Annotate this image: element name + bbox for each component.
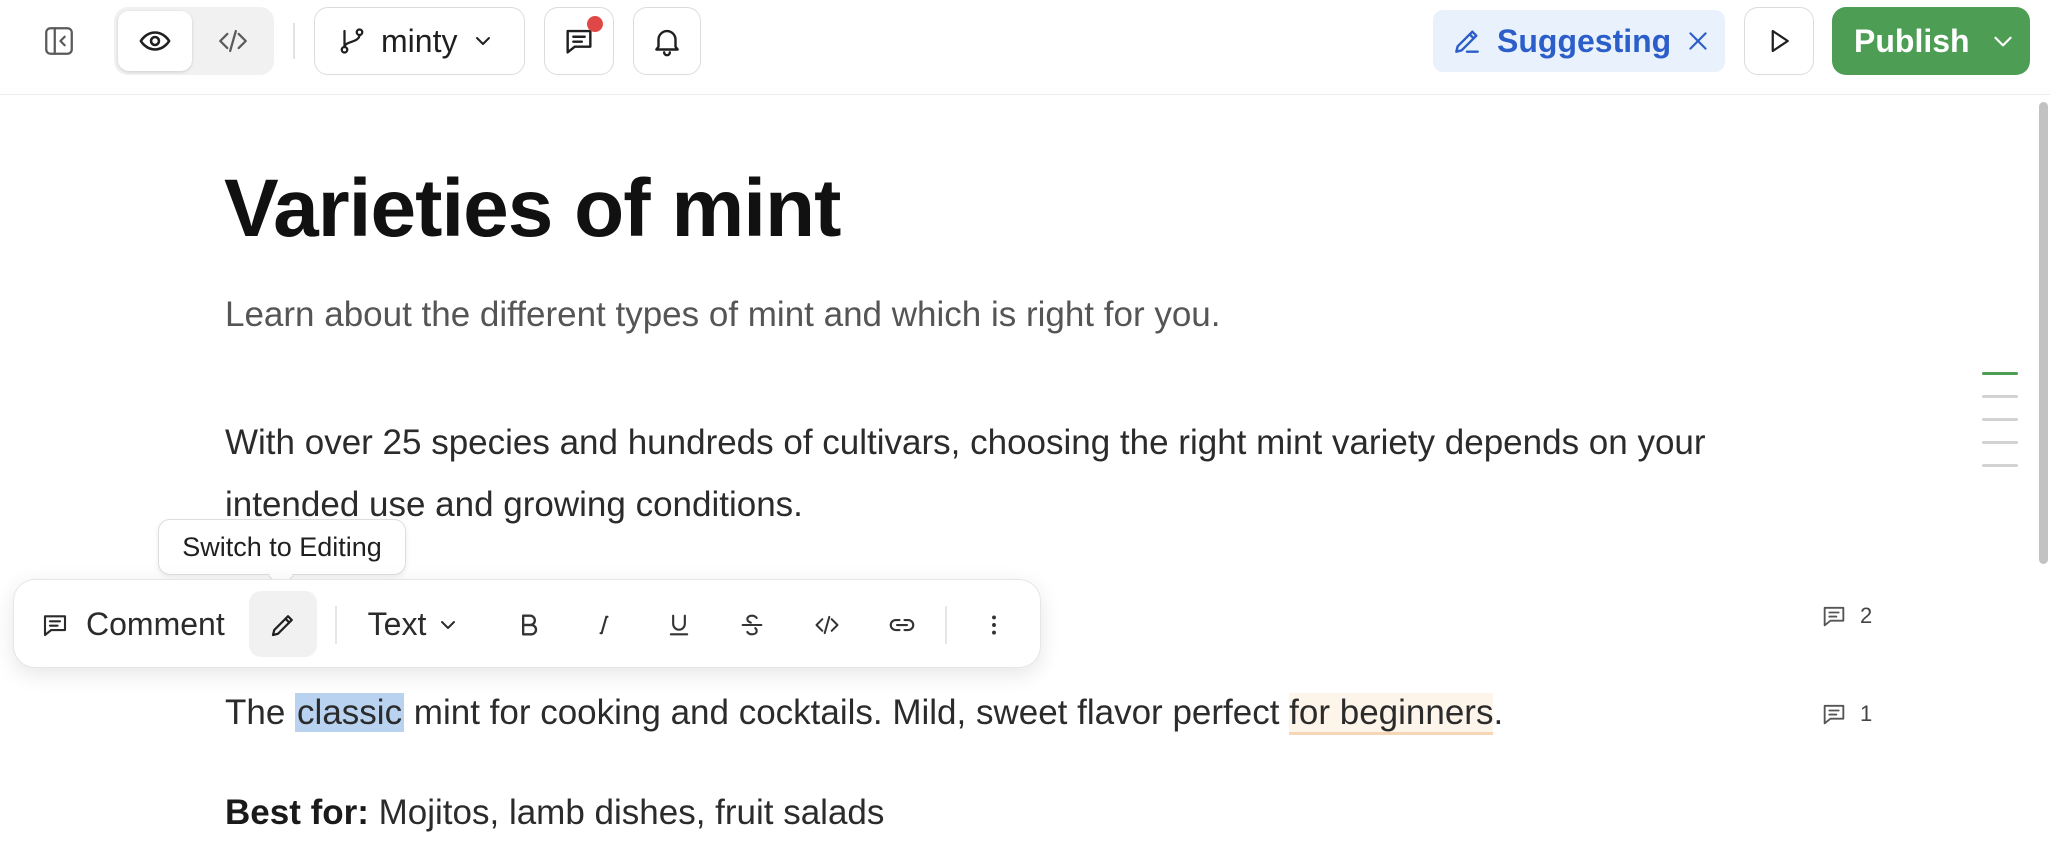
top-toolbar: minty Suggesting Publish bbox=[0, 0, 2050, 95]
scrollbar-thumb[interactable] bbox=[2039, 102, 2048, 564]
inline-code-button[interactable] bbox=[792, 580, 862, 669]
toolbar-divider bbox=[293, 23, 295, 59]
selected-text[interactable]: classic bbox=[295, 693, 405, 732]
text-style-label: Text bbox=[367, 606, 427, 642]
comments-button[interactable] bbox=[544, 7, 614, 75]
code-icon bbox=[219, 29, 247, 53]
preview-play-button[interactable] bbox=[1744, 7, 1814, 75]
text-run: mint for cooking and cocktails. Mild, sw… bbox=[404, 693, 1290, 732]
code-icon bbox=[815, 615, 839, 634]
outline-minimap[interactable] bbox=[1982, 372, 2018, 487]
page-title[interactable]: Varieties of mint bbox=[224, 162, 841, 256]
comment-thread-indicator[interactable]: 2 bbox=[1820, 602, 1872, 630]
comment-count: 2 bbox=[1860, 603, 1873, 628]
preview-mode-button[interactable] bbox=[118, 11, 192, 71]
toolbar-separator bbox=[335, 606, 337, 644]
bold-icon bbox=[522, 614, 538, 635]
mode-label: Suggesting bbox=[1497, 22, 1672, 59]
link-icon bbox=[889, 618, 915, 631]
scrollbar[interactable] bbox=[2036, 96, 2050, 854]
minimap-line[interactable] bbox=[1982, 418, 2018, 421]
play-icon bbox=[1771, 29, 1789, 53]
best-for-label: Best for: bbox=[225, 793, 369, 832]
strikethrough-button[interactable] bbox=[717, 580, 787, 669]
chevron-down-icon[interactable] bbox=[1990, 28, 2016, 54]
link-button[interactable] bbox=[867, 580, 937, 669]
bold-button[interactable] bbox=[494, 580, 564, 669]
italic-button[interactable] bbox=[569, 580, 639, 669]
minimap-line[interactable] bbox=[1982, 395, 2018, 398]
branch-selector[interactable]: minty bbox=[314, 7, 525, 75]
comment-icon bbox=[1823, 704, 1845, 725]
italic-icon bbox=[599, 615, 609, 634]
minimap-line[interactable] bbox=[1982, 464, 2018, 467]
edit-pencil[interactable] bbox=[249, 580, 317, 669]
text-run: The bbox=[225, 693, 296, 732]
page-subtitle[interactable]: Learn about the different types of mint … bbox=[225, 295, 1220, 335]
chevron-down-icon bbox=[476, 37, 491, 45]
eye-icon bbox=[139, 31, 171, 51]
suggestion-highlight[interactable]: for beginners bbox=[1289, 693, 1494, 735]
minimap-line[interactable] bbox=[1982, 372, 2018, 375]
comment-icon bbox=[43, 614, 67, 636]
underline-button[interactable] bbox=[644, 580, 714, 669]
description-paragraph[interactable]: The classic mint for cooking and cocktai… bbox=[225, 688, 1503, 738]
publish-button[interactable]: Publish bbox=[1832, 7, 2030, 75]
strikethrough-icon bbox=[741, 614, 763, 635]
chevron-down-icon bbox=[441, 620, 456, 629]
bell-icon bbox=[655, 29, 679, 57]
underline-icon bbox=[669, 614, 689, 635]
branch-name: minty bbox=[381, 22, 458, 59]
comment-count: 1 bbox=[1860, 701, 1873, 726]
toolbar-separator bbox=[945, 606, 947, 644]
best-for-paragraph[interactable]: Best for: Mojitos, lamb dishes, fruit sa… bbox=[225, 793, 884, 833]
sidebar-collapse-icon bbox=[45, 27, 73, 55]
pencil-icon bbox=[271, 614, 293, 636]
pencil-icon bbox=[1455, 30, 1479, 53]
git-branch-icon bbox=[340, 28, 364, 54]
best-for-value: Mojitos, lamb dishes, fruit salads bbox=[368, 793, 885, 832]
more-vertical-icon bbox=[992, 614, 996, 635]
suggesting-mode-chip[interactable]: Suggesting bbox=[1433, 10, 1725, 72]
unread-badge bbox=[587, 16, 603, 32]
close-icon[interactable] bbox=[1685, 28, 1711, 54]
comment-label: Comment bbox=[86, 606, 225, 642]
text-style-dropdown[interactable]: Text bbox=[354, 580, 474, 669]
text-run: . bbox=[1493, 693, 1504, 732]
intro-paragraph[interactable]: With over 25 species and hundreds of cul… bbox=[225, 412, 1785, 536]
notifications-button[interactable] bbox=[633, 7, 701, 75]
comment-button[interactable]: Comment bbox=[40, 580, 240, 669]
code-mode-button[interactable] bbox=[196, 11, 270, 71]
view-mode-switcher bbox=[114, 7, 274, 75]
comment-icon bbox=[1823, 606, 1845, 627]
comment-thread-indicator[interactable]: 1 bbox=[1820, 700, 1872, 728]
sidebar-toggle-button[interactable] bbox=[36, 18, 82, 64]
minimap-line[interactable] bbox=[1982, 441, 2018, 444]
more-options-button[interactable] bbox=[964, 580, 1024, 669]
publish-label: Publish bbox=[1854, 22, 1970, 59]
floating-format-toolbar: Comment Text bbox=[13, 579, 1041, 668]
